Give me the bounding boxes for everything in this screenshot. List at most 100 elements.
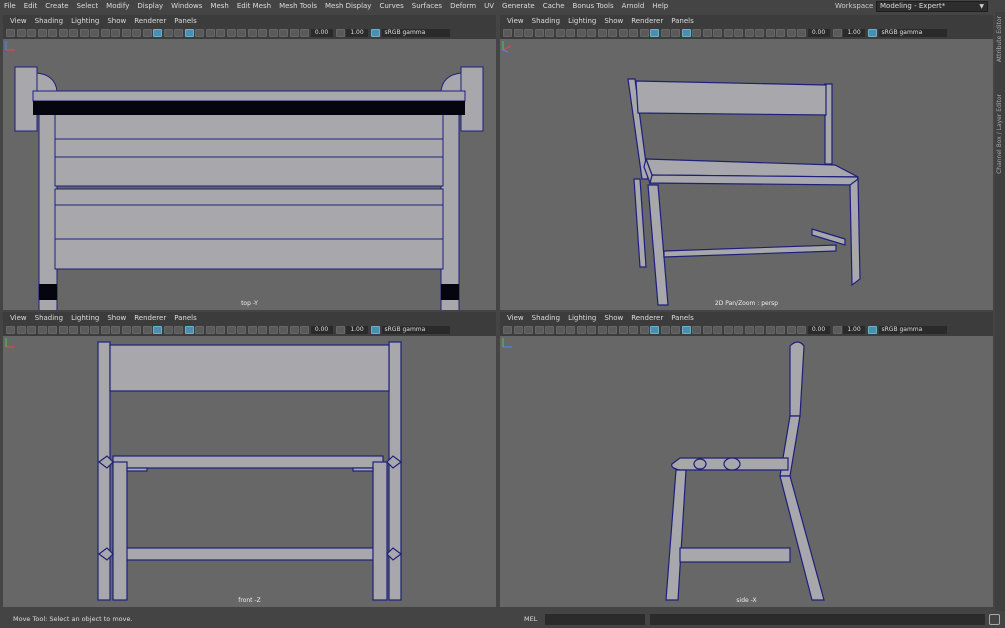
toolbar-tool-icon[interactable] — [713, 28, 722, 37]
toolbar-tool-icon[interactable] — [90, 28, 99, 37]
toolbar-tool-icon[interactable] — [545, 325, 554, 334]
toolbar-tool-icon[interactable] — [100, 325, 110, 334]
gamma-field[interactable]: 1.00 — [346, 325, 368, 334]
toolbar-tool-icon[interactable] — [534, 28, 544, 37]
viewport-menu-view[interactable]: View — [503, 314, 528, 322]
toolbar-tool-icon[interactable] — [744, 28, 754, 37]
toolbar-tool-icon[interactable] — [226, 325, 236, 334]
viewport-menu-lighting[interactable]: Lighting — [67, 17, 103, 25]
viewport-menu-renderer[interactable]: Renderer — [130, 17, 170, 25]
viewport-canvas[interactable]: 2D Pan/Zoom : persp — [500, 39, 993, 310]
colorspace-select[interactable]: sRGB gamma — [381, 28, 450, 37]
toolbar-tool-icon[interactable] — [111, 325, 120, 334]
toolbar-tool-icon[interactable] — [555, 325, 565, 334]
toolbar-tool-icon[interactable] — [153, 325, 162, 334]
toolbar-tool-icon[interactable] — [195, 325, 204, 334]
toolbar-tool-icon[interactable] — [132, 325, 141, 334]
viewport-front[interactable]: View Shading Lighting Show Renderer Panels 0.… — [3, 312, 496, 607]
viewport-persp[interactable]: View Shading Lighting Show Renderer Panels 0.… — [500, 15, 993, 310]
gamma-field[interactable]: 1.00 — [346, 28, 368, 37]
toolbar-tool-icon[interactable] — [153, 28, 162, 37]
menu-mesh-display[interactable]: Mesh Display — [321, 2, 375, 10]
toolbar-tool-icon[interactable] — [90, 325, 99, 334]
toolbar-tool-icon[interactable] — [37, 325, 47, 334]
toolbar-tool-icon[interactable] — [629, 28, 638, 37]
viewport-menu-show[interactable]: Show — [103, 314, 130, 322]
menu-edit-mesh[interactable]: Edit Mesh — [233, 2, 275, 10]
viewport-menu-renderer[interactable]: Renderer — [130, 314, 170, 322]
toolbar-tool-icon[interactable] — [58, 28, 68, 37]
workspace-select[interactable]: Modeling - Expert* ▼ — [876, 1, 988, 12]
viewport-menu-view[interactable]: View — [503, 17, 528, 25]
toolbar-tool-icon[interactable] — [184, 28, 194, 37]
toolbar-tool-icon[interactable] — [608, 28, 617, 37]
toolbar-tool-icon[interactable] — [237, 28, 246, 37]
toolbar-tool-icon[interactable] — [692, 28, 701, 37]
toolbar-tool-icon[interactable] — [111, 28, 120, 37]
viewport-menu-view[interactable]: View — [6, 314, 31, 322]
colorspace-select[interactable]: sRGB gamma — [878, 325, 947, 334]
toolbar-tool-icon[interactable] — [713, 325, 722, 334]
toolbar-tool-icon[interactable] — [268, 325, 278, 334]
toolbar-tool-icon[interactable] — [765, 325, 775, 334]
gamma-icon[interactable] — [832, 28, 842, 37]
color-management-icon[interactable] — [371, 325, 380, 334]
viewport-menu-show[interactable]: Show — [600, 17, 627, 25]
toolbar-tool-icon[interactable] — [247, 325, 257, 334]
toolbar-tool-icon[interactable] — [723, 28, 733, 37]
toolbar-tool-icon[interactable] — [524, 28, 533, 37]
script-editor-icon[interactable] — [989, 614, 1000, 625]
viewport-menu-panels[interactable]: Panels — [667, 314, 698, 322]
toolbar-tool-icon[interactable] — [279, 28, 288, 37]
toolbar-tool-icon[interactable] — [776, 325, 785, 334]
exposure-icon[interactable] — [797, 28, 806, 37]
viewport-menu-renderer[interactable]: Renderer — [627, 314, 667, 322]
viewport-menu-show[interactable]: Show — [103, 17, 130, 25]
toolbar-tool-icon[interactable] — [524, 325, 533, 334]
toolbar-tool-icon[interactable] — [765, 28, 775, 37]
toolbar-tool-icon[interactable] — [618, 325, 628, 334]
exposure-field[interactable]: 0.00 — [807, 28, 830, 37]
toolbar-tool-icon[interactable] — [195, 28, 204, 37]
toolbar-tool-icon[interactable] — [247, 28, 257, 37]
exposure-field[interactable]: 0.00 — [807, 325, 830, 334]
viewport-menu-shading[interactable]: Shading — [528, 314, 564, 322]
toolbar-tool-icon[interactable] — [132, 28, 141, 37]
color-management-icon[interactable] — [371, 28, 380, 37]
toolbar-tool-icon[interactable] — [566, 325, 575, 334]
toolbar-tool-icon[interactable] — [650, 28, 659, 37]
exposure-icon[interactable] — [797, 325, 806, 334]
viewport-side[interactable]: View Shading Lighting Show Renderer Panels 0.… — [500, 312, 993, 607]
menu-modify[interactable]: Modify — [102, 2, 133, 10]
viewport-menu-view[interactable]: View — [6, 17, 31, 25]
toolbar-tool-icon[interactable] — [755, 325, 764, 334]
toolbar-tool-icon[interactable] — [79, 28, 89, 37]
toolbar-tool-icon[interactable] — [174, 325, 183, 334]
toolbar-tool-icon[interactable] — [786, 28, 796, 37]
exposure-field[interactable]: 0.00 — [310, 325, 333, 334]
exposure-icon[interactable] — [300, 325, 309, 334]
menu-cache[interactable]: Cache — [539, 2, 569, 10]
toolbar-tool-icon[interactable] — [268, 28, 278, 37]
toolbar-tool-icon[interactable] — [258, 28, 267, 37]
toolbar-tool-icon[interactable] — [639, 28, 649, 37]
toolbar-tool-icon[interactable] — [79, 325, 89, 334]
menu-help[interactable]: Help — [648, 2, 672, 10]
menu-create[interactable]: Create — [41, 2, 72, 10]
toolbar-tool-icon[interactable] — [48, 28, 57, 37]
toolbar-tool-icon[interactable] — [503, 325, 512, 334]
toolbar-tool-icon[interactable] — [650, 325, 659, 334]
toolbar-tool-icon[interactable] — [226, 28, 236, 37]
toolbar-tool-icon[interactable] — [734, 325, 743, 334]
toolbar-tool-icon[interactable] — [69, 325, 78, 334]
gamma-icon[interactable] — [335, 28, 345, 37]
toolbar-tool-icon[interactable] — [744, 325, 754, 334]
menu-uv[interactable]: UV — [480, 2, 498, 10]
viewport-menu-show[interactable]: Show — [600, 314, 627, 322]
toolbar-tool-icon[interactable] — [100, 28, 110, 37]
toolbar-tool-icon[interactable] — [289, 325, 299, 334]
toolbar-tool-icon[interactable] — [513, 28, 523, 37]
toolbar-tool-icon[interactable] — [597, 325, 607, 334]
toolbar-tool-icon[interactable] — [163, 28, 173, 37]
menu-mesh-tools[interactable]: Mesh Tools — [275, 2, 321, 10]
